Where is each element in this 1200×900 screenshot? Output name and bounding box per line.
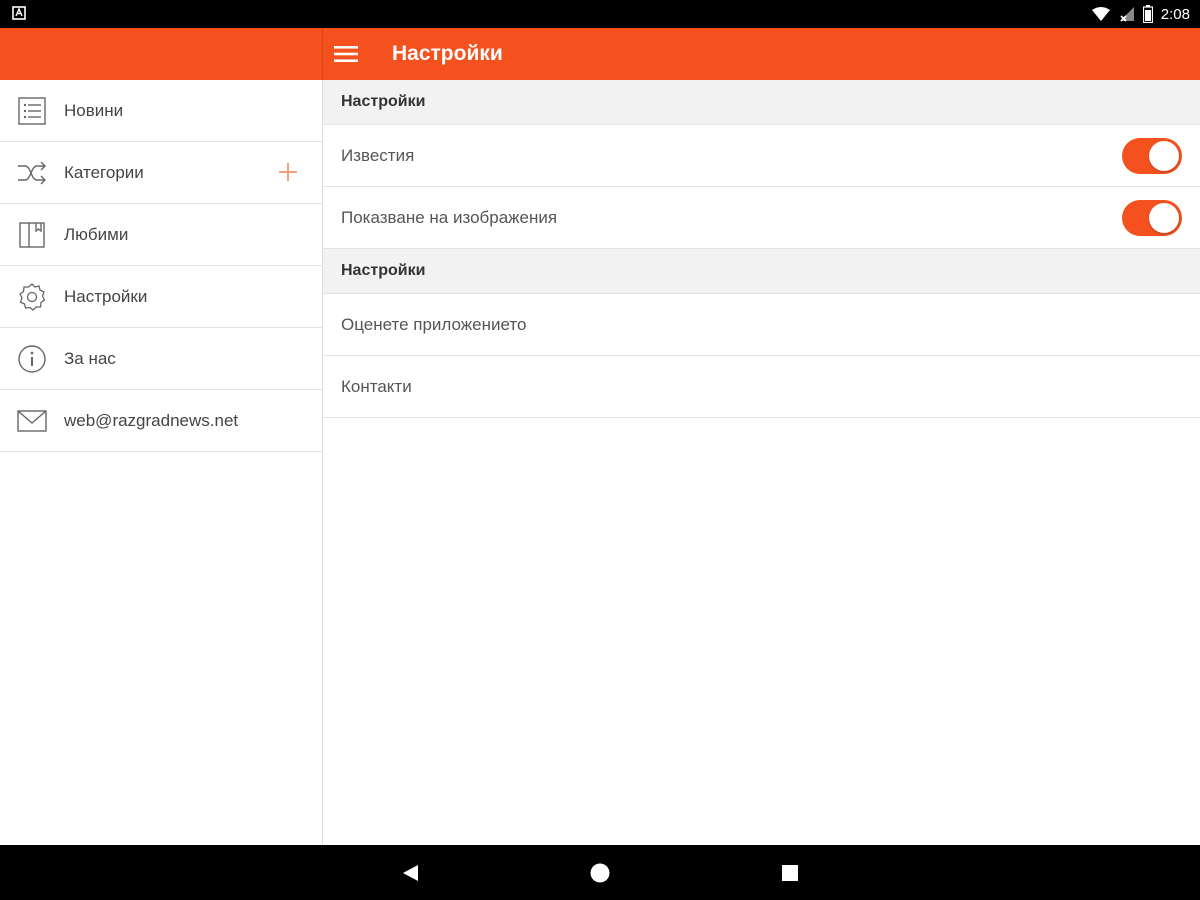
battery-icon <box>1142 5 1153 23</box>
setting-notifications-label: Известия <box>341 145 415 165</box>
recents-button[interactable] <box>775 858 805 888</box>
setting-contacts[interactable]: Контакти <box>323 356 1200 418</box>
setting-rate-app[interactable]: Оценете приложението <box>323 294 1200 356</box>
drawer-item-label: Новини <box>64 100 124 120</box>
back-icon <box>403 865 418 881</box>
setting-show-images-label: Показване на изображения <box>341 207 558 227</box>
drawer-item-news[interactable]: Новини <box>0 80 322 142</box>
status-bar: 2:08 <box>0 0 1200 28</box>
list-icon <box>16 95 48 127</box>
drawer-item-favorites[interactable]: Любими <box>0 204 322 266</box>
mail-icon <box>16 405 48 437</box>
toggle-knob <box>1149 203 1179 233</box>
home-icon <box>590 863 610 883</box>
section-header-other: Настройки <box>323 249 1200 294</box>
setting-show-images[interactable]: Показване на изображения <box>323 187 1200 249</box>
recents-icon <box>782 865 798 881</box>
setting-contacts-label: Контакти <box>341 376 412 396</box>
settings-content: Настройки Известия Показване на изображе… <box>323 80 1200 845</box>
status-time: 2:08 <box>1160 5 1190 23</box>
drawer-item-categories[interactable]: Категории <box>0 142 322 204</box>
page-title: Настройки <box>392 42 503 65</box>
show-images-toggle[interactable] <box>1122 200 1182 236</box>
app-bar-divider <box>322 28 323 80</box>
drawer-item-label: Категории <box>64 162 144 182</box>
drawer-item-email[interactable]: web@razgradnews.net <box>0 390 322 452</box>
drawer-item-about[interactable]: За нас <box>0 328 322 390</box>
drawer-item-label: web@razgradnews.net <box>64 410 239 430</box>
notification-icon <box>12 6 26 20</box>
toggle-knob <box>1149 141 1179 171</box>
plus-icon <box>279 163 297 181</box>
home-button[interactable] <box>585 858 615 888</box>
app-bar: Настройки <box>0 28 1200 80</box>
setting-rate-app-label: Оценете приложението <box>341 314 527 334</box>
signal-icon <box>1119 7 1134 22</box>
add-category-button[interactable] <box>274 158 302 186</box>
back-button[interactable] <box>395 858 425 888</box>
navigation-drawer: Новини Категории Любими Настройки За нас… <box>0 80 323 845</box>
menu-button[interactable] <box>332 40 360 68</box>
drawer-item-settings[interactable]: Настройки <box>0 266 322 328</box>
section-header-general: Настройки <box>323 80 1200 125</box>
wifi-icon <box>1091 7 1110 21</box>
drawer-item-label: Любими <box>64 224 129 244</box>
setting-notifications[interactable]: Известия <box>323 125 1200 187</box>
notifications-toggle[interactable] <box>1122 138 1182 174</box>
system-nav-bar <box>0 845 1200 900</box>
drawer-item-label: Настройки <box>64 286 148 306</box>
info-icon <box>16 343 48 375</box>
bookmark-icon <box>16 219 48 251</box>
hamburger-icon <box>334 46 358 62</box>
gear-icon <box>16 281 48 313</box>
drawer-item-label: За нас <box>64 348 116 368</box>
shuffle-icon <box>16 157 48 189</box>
